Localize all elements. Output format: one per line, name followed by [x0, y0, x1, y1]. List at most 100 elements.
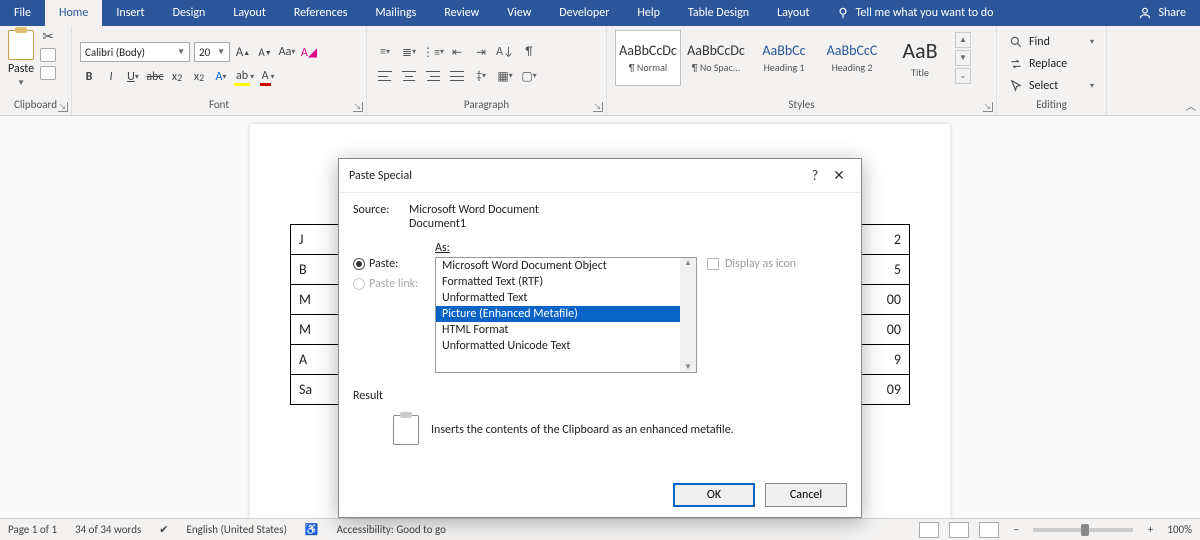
tab-table-design[interactable]: Table Design — [674, 0, 763, 26]
list-item[interactable]: HTML Format — [436, 322, 696, 338]
align-right-button[interactable] — [423, 67, 443, 85]
dialog-launcher-icon[interactable]: ↘ — [58, 102, 68, 112]
dialog-title: Paste Special — [349, 169, 803, 183]
grow-font-button[interactable]: A▲ — [234, 43, 252, 61]
find-button[interactable]: Find▾ — [1005, 32, 1098, 52]
search-icon — [1009, 35, 1023, 49]
zoom-slider[interactable] — [1033, 528, 1133, 532]
list-item[interactable]: Unformatted Unicode Text — [436, 338, 696, 354]
collapse-ribbon-button[interactable]: ︿ — [1186, 98, 1196, 113]
paste-radio[interactable]: Paste: — [353, 257, 425, 271]
font-name-combo[interactable]: Calibri (Body)▼ — [80, 42, 190, 62]
bold-button[interactable]: B — [80, 68, 98, 86]
accessibility-status[interactable]: Accessibility: Good to go — [337, 523, 446, 536]
language-status[interactable]: English (United States) — [187, 523, 287, 536]
tab-file[interactable]: File — [0, 0, 45, 26]
underline-button[interactable]: U▾ — [124, 68, 142, 86]
group-label: Editing — [1005, 98, 1098, 113]
show-marks-button[interactable]: ¶ — [519, 43, 539, 61]
ok-button[interactable]: OK — [673, 483, 755, 507]
web-layout-button[interactable] — [979, 522, 999, 538]
zoom-in-button[interactable]: + — [1143, 523, 1157, 536]
style-heading-2[interactable]: AaBbCcCHeading 2 — [819, 30, 885, 86]
copy-button[interactable] — [40, 48, 56, 62]
shading-button[interactable]: ▦▾ — [495, 67, 515, 85]
tab-view[interactable]: View — [493, 0, 545, 26]
help-button[interactable]: ? — [803, 167, 827, 184]
list-item[interactable]: Unformatted Text — [436, 290, 696, 306]
clipboard-icon — [393, 415, 419, 445]
tell-me-search[interactable]: Tell me what you want to do — [824, 6, 1006, 20]
bullets-button[interactable]: ≡▾ — [375, 43, 395, 61]
italic-button[interactable]: I — [102, 68, 120, 86]
sort-button[interactable]: A↓ — [495, 43, 515, 61]
select-button[interactable]: Select▾ — [1005, 76, 1098, 96]
style-heading-1[interactable]: AaBbCcHeading 1 — [751, 30, 817, 86]
clear-formatting-button[interactable]: A◢ — [300, 43, 318, 61]
dialog-launcher-icon[interactable]: ↘ — [593, 102, 603, 112]
scrollbar[interactable]: ▲▼ — [680, 258, 696, 372]
spellcheck-icon[interactable]: ✔ — [159, 523, 168, 536]
list-item[interactable]: Microsoft Word Document Object — [436, 258, 696, 274]
share-button[interactable]: Share — [1124, 6, 1200, 20]
result-label: Result — [353, 389, 847, 403]
numbering-button[interactable]: ≣▾ — [399, 43, 419, 61]
read-mode-button[interactable] — [919, 522, 939, 538]
paste-button[interactable]: Paste ▼ — [8, 30, 34, 88]
tab-home[interactable]: Home — [45, 0, 102, 26]
increase-indent-button[interactable]: ⇥ — [471, 43, 491, 61]
align-left-button[interactable] — [375, 67, 395, 85]
zoom-out-button[interactable]: − — [1009, 523, 1023, 536]
change-case-button[interactable]: Aa▾ — [278, 43, 296, 61]
style--normal[interactable]: AaBbCcDc¶ Normal — [615, 30, 681, 86]
strikethrough-button[interactable]: abc — [146, 68, 164, 86]
superscript-button[interactable]: x2 — [190, 68, 208, 86]
format-painter-button[interactable] — [40, 66, 56, 80]
styles-more-button[interactable]: ▲▼⌄ — [955, 32, 971, 84]
tab-developer[interactable]: Developer — [545, 0, 623, 26]
tab-help[interactable]: Help — [623, 0, 674, 26]
text-effects-button[interactable]: A▾ — [212, 68, 230, 86]
dialog-launcher-icon[interactable]: ↘ — [983, 102, 993, 112]
tab-layout[interactable]: Layout — [763, 0, 824, 26]
paste-special-dialog: Paste Special ? ✕ Source: Microsoft Word… — [338, 158, 862, 518]
font-size-combo[interactable]: 20▼ — [194, 42, 230, 62]
cancel-button[interactable]: Cancel — [765, 483, 847, 507]
shrink-font-button[interactable]: A▼ — [256, 43, 274, 61]
align-center-button[interactable] — [399, 67, 419, 85]
dialog-launcher-icon[interactable]: ↘ — [353, 102, 363, 112]
accessibility-icon[interactable]: ♿ — [305, 523, 319, 536]
subscript-button[interactable]: x2 — [168, 68, 186, 86]
style-title[interactable]: AaBTitle — [887, 30, 953, 86]
cut-button[interactable]: ✂ — [40, 30, 56, 44]
tab-review[interactable]: Review — [430, 0, 493, 26]
display-as-icon-checkbox[interactable]: Display as icon — [707, 257, 847, 271]
page-status[interactable]: Page 1 of 1 — [8, 523, 57, 536]
list-item[interactable]: Picture (Enhanced Metafile) — [436, 306, 696, 322]
style--no-spac-[interactable]: AaBbCcDc¶ No Spac... — [683, 30, 749, 86]
decrease-indent-button[interactable]: ⇤ — [447, 43, 467, 61]
tab-references[interactable]: References — [280, 0, 362, 26]
font-color-button[interactable]: A▾ — [258, 68, 276, 86]
line-spacing-button[interactable]: ‡▾ — [471, 67, 491, 85]
tab-insert[interactable]: Insert — [102, 0, 158, 26]
replace-button[interactable]: Replace — [1005, 54, 1098, 74]
list-item[interactable]: Formatted Text (RTF) — [436, 274, 696, 290]
zoom-level[interactable]: 100% — [1167, 523, 1192, 536]
print-layout-button[interactable] — [949, 522, 969, 538]
tab-design[interactable]: Design — [159, 0, 220, 26]
group-clipboard: Paste ▼ ✂ Clipboard ↘ — [0, 26, 72, 115]
borders-button[interactable]: ▢▾ — [519, 67, 539, 85]
close-button[interactable]: ✕ — [827, 167, 851, 184]
word-count[interactable]: 34 of 34 words — [75, 523, 141, 536]
tab-mailings[interactable]: Mailings — [361, 0, 430, 26]
justify-button[interactable] — [447, 67, 467, 85]
multilevel-list-button[interactable]: ⋮≡▾ — [423, 43, 443, 61]
group-paragraph: ≡▾ ≣▾ ⋮≡▾ ⇤ ⇥ A↓ ¶ ‡▾ ▦▾ ▢▾ Paragraph ↘ — [367, 26, 607, 115]
paste-label: Paste — [8, 62, 34, 76]
replace-icon — [1009, 57, 1023, 71]
tab-layout[interactable]: Layout — [219, 0, 280, 26]
paste-link-radio[interactable]: Paste link: — [353, 277, 425, 291]
highlight-button[interactable]: ab▾ — [234, 68, 254, 86]
as-listbox[interactable]: Microsoft Word Document ObjectFormatted … — [435, 257, 697, 373]
